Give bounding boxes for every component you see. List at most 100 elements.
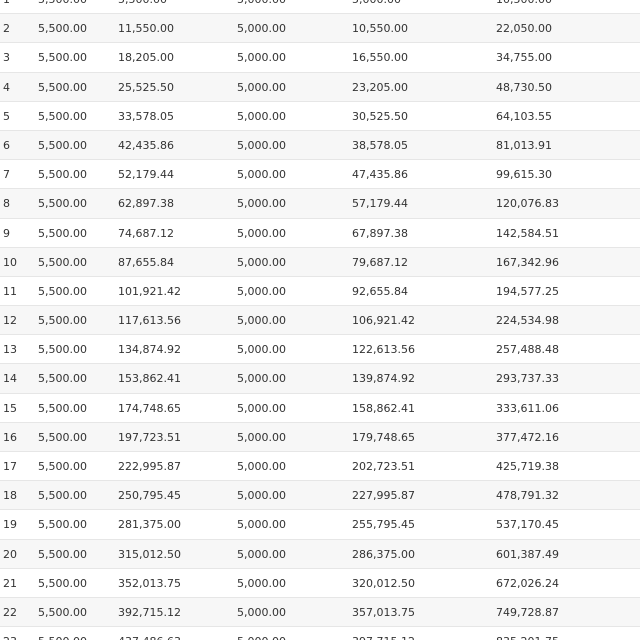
year-cell: 17 xyxy=(3,460,17,473)
principal-cell: 16,550.00 xyxy=(352,51,408,65)
total-cell: 835,201.75 xyxy=(496,627,559,640)
year-cell: 1 xyxy=(3,0,10,14)
principal-cell: 255,795.45 xyxy=(352,518,415,532)
total-cell: 64,103.55 xyxy=(496,109,552,123)
balance-cell: 437,486.63 xyxy=(118,627,181,640)
payment-cell: 5,000.00 xyxy=(237,627,286,640)
principal-cell: 139,874.92 xyxy=(352,372,415,386)
year-cell: 22 xyxy=(3,605,17,619)
principal-cell: 92,655.84 xyxy=(352,284,408,298)
year-cell: 16 xyxy=(3,430,17,444)
balance-cell: 315,012.50 xyxy=(118,547,181,561)
contribution-cell: 5,500.00 xyxy=(38,518,87,532)
table-row: 2 5,500.00 11,550.00 5,000.00 10,550.00 22,05… xyxy=(0,14,640,44)
year-cell: 3 xyxy=(3,51,10,65)
contribution-cell: 5,500.00 xyxy=(38,489,87,503)
table-viewport[interactable]: 1 5,500.00 5,500.00 5,000.00 5,000.00 10,500.… xyxy=(0,0,640,640)
balance-cell: 197,723.51 xyxy=(118,430,181,444)
table-row: 16 5,500.00 197,723.51 5,000.00 179,748.65 37… xyxy=(0,422,640,452)
payment-cell: 5,000.00 xyxy=(237,430,286,444)
payment-cell: 5,000.00 xyxy=(237,168,286,182)
payment-cell: 5,000.00 xyxy=(237,605,286,619)
total-cell: 81,013.91 xyxy=(496,138,552,152)
table-row: 21 5,500.00 352,013.75 5,000.00 320,012.50 67… xyxy=(0,568,640,598)
balance-cell: 25,525.50 xyxy=(118,80,174,94)
balance-cell: 134,874.92 xyxy=(118,343,181,357)
contribution-cell: 5,500.00 xyxy=(38,372,87,386)
year-cell: 18 xyxy=(3,489,17,503)
contribution-cell: 5,500.00 xyxy=(38,547,87,561)
total-cell: 672,026.24 xyxy=(496,576,559,590)
total-cell: 120,076.83 xyxy=(496,197,559,211)
table-row: 8 5,500.00 62,897.38 5,000.00 57,179.44 120,0… xyxy=(0,189,640,219)
table-row: 4 5,500.00 25,525.50 5,000.00 23,205.00 48,73… xyxy=(0,72,640,102)
payment-cell: 5,000.00 xyxy=(237,518,286,532)
balance-cell: 117,613.56 xyxy=(118,314,181,328)
balance-cell: 33,578.05 xyxy=(118,109,174,123)
table-row: 23 5,500.00 437,486.63 5,000.00 397,715.12 83… xyxy=(0,627,640,640)
table-row: 22 5,500.00 392,715.12 5,000.00 357,013.75 74… xyxy=(0,597,640,628)
table-row: 11 5,500.00 101,921.42 5,000.00 92,655.84 194… xyxy=(0,276,640,307)
principal-cell: 286,375.00 xyxy=(352,547,415,561)
balance-cell: 5,500.00 xyxy=(118,0,167,14)
total-cell: 194,577.25 xyxy=(496,284,559,298)
year-cell: 14 xyxy=(3,372,17,386)
year-cell: 8 xyxy=(3,197,10,211)
table-row: 9 5,500.00 74,687.12 5,000.00 67,897.38 142,5… xyxy=(0,218,640,248)
year-cell: 2 xyxy=(3,22,10,36)
year-cell: 5 xyxy=(3,109,10,123)
year-cell: 20 xyxy=(3,547,17,561)
balance-cell: 174,748.65 xyxy=(118,401,181,415)
table-row: 12 5,500.00 117,613.56 5,000.00 106,921.42 22… xyxy=(0,306,640,336)
contribution-cell: 5,500.00 xyxy=(38,138,87,152)
payment-cell: 5,000.00 xyxy=(237,22,286,36)
principal-cell: 47,435.86 xyxy=(352,168,408,182)
contribution-cell: 5,500.00 xyxy=(38,255,87,269)
contribution-cell: 5,500.00 xyxy=(38,576,87,590)
principal-cell: 10,550.00 xyxy=(352,22,408,36)
principal-cell: 122,613.56 xyxy=(352,343,415,357)
payment-cell: 5,000.00 xyxy=(237,0,286,14)
payment-cell: 5,000.00 xyxy=(237,284,286,298)
payment-cell: 5,000.00 xyxy=(237,80,286,94)
total-cell: 22,050.00 xyxy=(496,22,552,36)
year-cell: 11 xyxy=(3,284,17,298)
year-cell: 21 xyxy=(3,576,17,590)
contribution-cell: 5,500.00 xyxy=(38,284,87,298)
table-row: 10 5,500.00 87,655.84 5,000.00 79,687.12 167,… xyxy=(0,247,640,277)
year-cell: 7 xyxy=(3,168,10,182)
payment-cell: 5,000.00 xyxy=(237,51,286,65)
total-cell: 478,791.32 xyxy=(496,489,559,503)
table-row: 13 5,500.00 134,874.92 5,000.00 122,613.56 25… xyxy=(0,335,640,365)
principal-cell: 158,862.41 xyxy=(352,401,415,415)
balance-cell: 74,687.12 xyxy=(118,226,174,240)
balance-cell: 87,655.84 xyxy=(118,255,174,269)
total-cell: 99,615.30 xyxy=(496,168,552,182)
contribution-cell: 5,500.00 xyxy=(38,460,87,473)
balance-cell: 153,862.41 xyxy=(118,372,181,386)
contribution-cell: 5,500.00 xyxy=(38,627,87,640)
total-cell: 257,488.48 xyxy=(496,343,559,357)
payment-cell: 5,000.00 xyxy=(237,372,286,386)
table-row: 7 5,500.00 52,179.44 5,000.00 47,435.86 99,61… xyxy=(0,160,640,190)
payment-cell: 5,000.00 xyxy=(237,197,286,211)
table-row: 3 5,500.00 18,205.00 5,000.00 16,550.00 34,75… xyxy=(0,43,640,73)
total-cell: 10,500.00 xyxy=(496,0,552,14)
payment-cell: 5,000.00 xyxy=(237,489,286,503)
contribution-cell: 5,500.00 xyxy=(38,605,87,619)
table-row: 14 5,500.00 153,862.41 5,000.00 139,874.92 29… xyxy=(0,364,640,394)
total-cell: 142,584.51 xyxy=(496,226,559,240)
payment-cell: 5,000.00 xyxy=(237,460,286,473)
balance-cell: 281,375.00 xyxy=(118,518,181,532)
balance-cell: 42,435.86 xyxy=(118,138,174,152)
total-cell: 333,611.06 xyxy=(496,401,559,415)
payment-cell: 5,000.00 xyxy=(237,314,286,328)
table-body: 1 5,500.00 5,500.00 5,000.00 5,000.00 10,500.… xyxy=(0,0,640,640)
principal-cell: 67,897.38 xyxy=(352,226,408,240)
table-row: 18 5,500.00 250,795.45 5,000.00 227,995.87 47… xyxy=(0,481,640,511)
total-cell: 601,387.49 xyxy=(496,547,559,561)
year-cell: 12 xyxy=(3,314,17,328)
contribution-cell: 5,500.00 xyxy=(38,430,87,444)
balance-cell: 101,921.42 xyxy=(118,284,181,298)
payment-cell: 5,000.00 xyxy=(237,576,286,590)
